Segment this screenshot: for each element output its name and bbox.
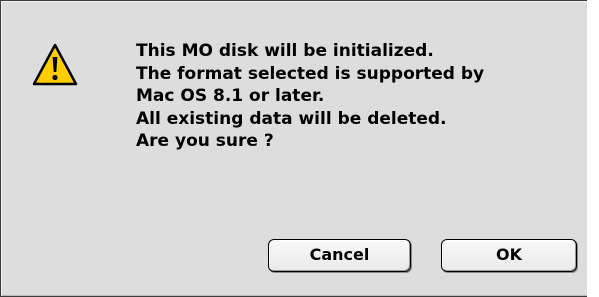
message-line: This MO disk will be initialized. — [136, 41, 434, 61]
ok-button[interactable]: OK — [441, 239, 577, 272]
cancel-button[interactable]: Cancel — [268, 239, 411, 272]
alert-message: This MO disk will be initialized. The fo… — [136, 40, 556, 153]
message-line: The format selected is supported by — [136, 63, 485, 84]
message-line: Mac OS 8.1 or later. — [136, 86, 325, 106]
warning-icon — [32, 43, 78, 86]
message-line: Are you sure ? — [136, 131, 274, 151]
background-margin — [587, 0, 599, 297]
message-line: All existing data will be deleted. — [136, 108, 447, 129]
alert-dialog: This MO disk will be initialized. The fo… — [0, 0, 599, 297]
